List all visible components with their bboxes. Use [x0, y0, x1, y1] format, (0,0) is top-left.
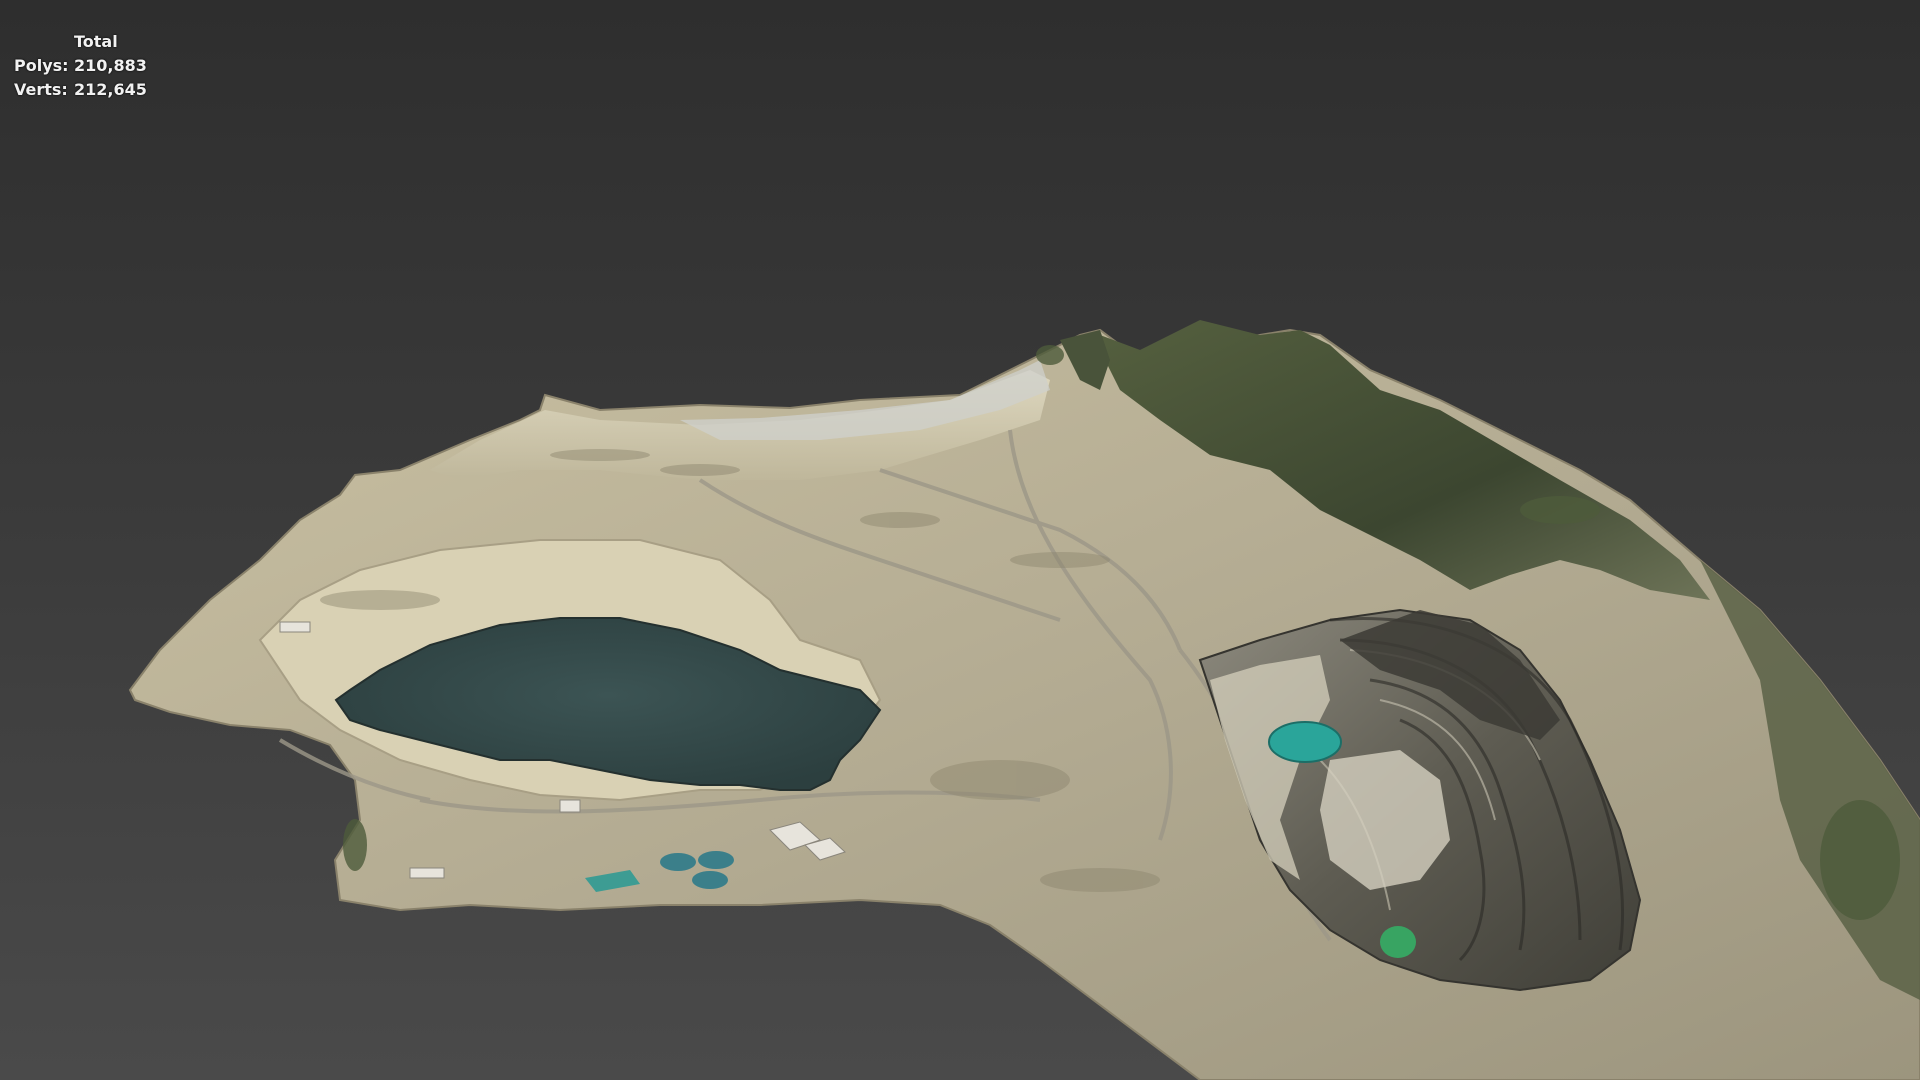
tank-2 [698, 851, 734, 869]
verts-row: Verts: 212,645 [14, 78, 147, 102]
scene-statistics-overlay: Total Polys: 210,883 Verts: 212,645 [14, 30, 147, 102]
tank-3 [692, 871, 728, 889]
polys-value: 210,883 [74, 56, 147, 75]
teal-pond [1268, 721, 1342, 763]
stats-title: Total [74, 32, 118, 51]
tank-1 [660, 853, 696, 871]
terrain-model[interactable] [0, 0, 1920, 1080]
verts-value: 212,645 [74, 80, 147, 99]
green-pond [1380, 926, 1416, 958]
verts-label: Verts: [14, 80, 68, 99]
polys-row: Polys: 210,883 [14, 54, 147, 78]
polys-label: Polys: [14, 56, 69, 75]
viewport[interactable]: Total Polys: 210,883 Verts: 212,645 [0, 0, 1920, 1080]
